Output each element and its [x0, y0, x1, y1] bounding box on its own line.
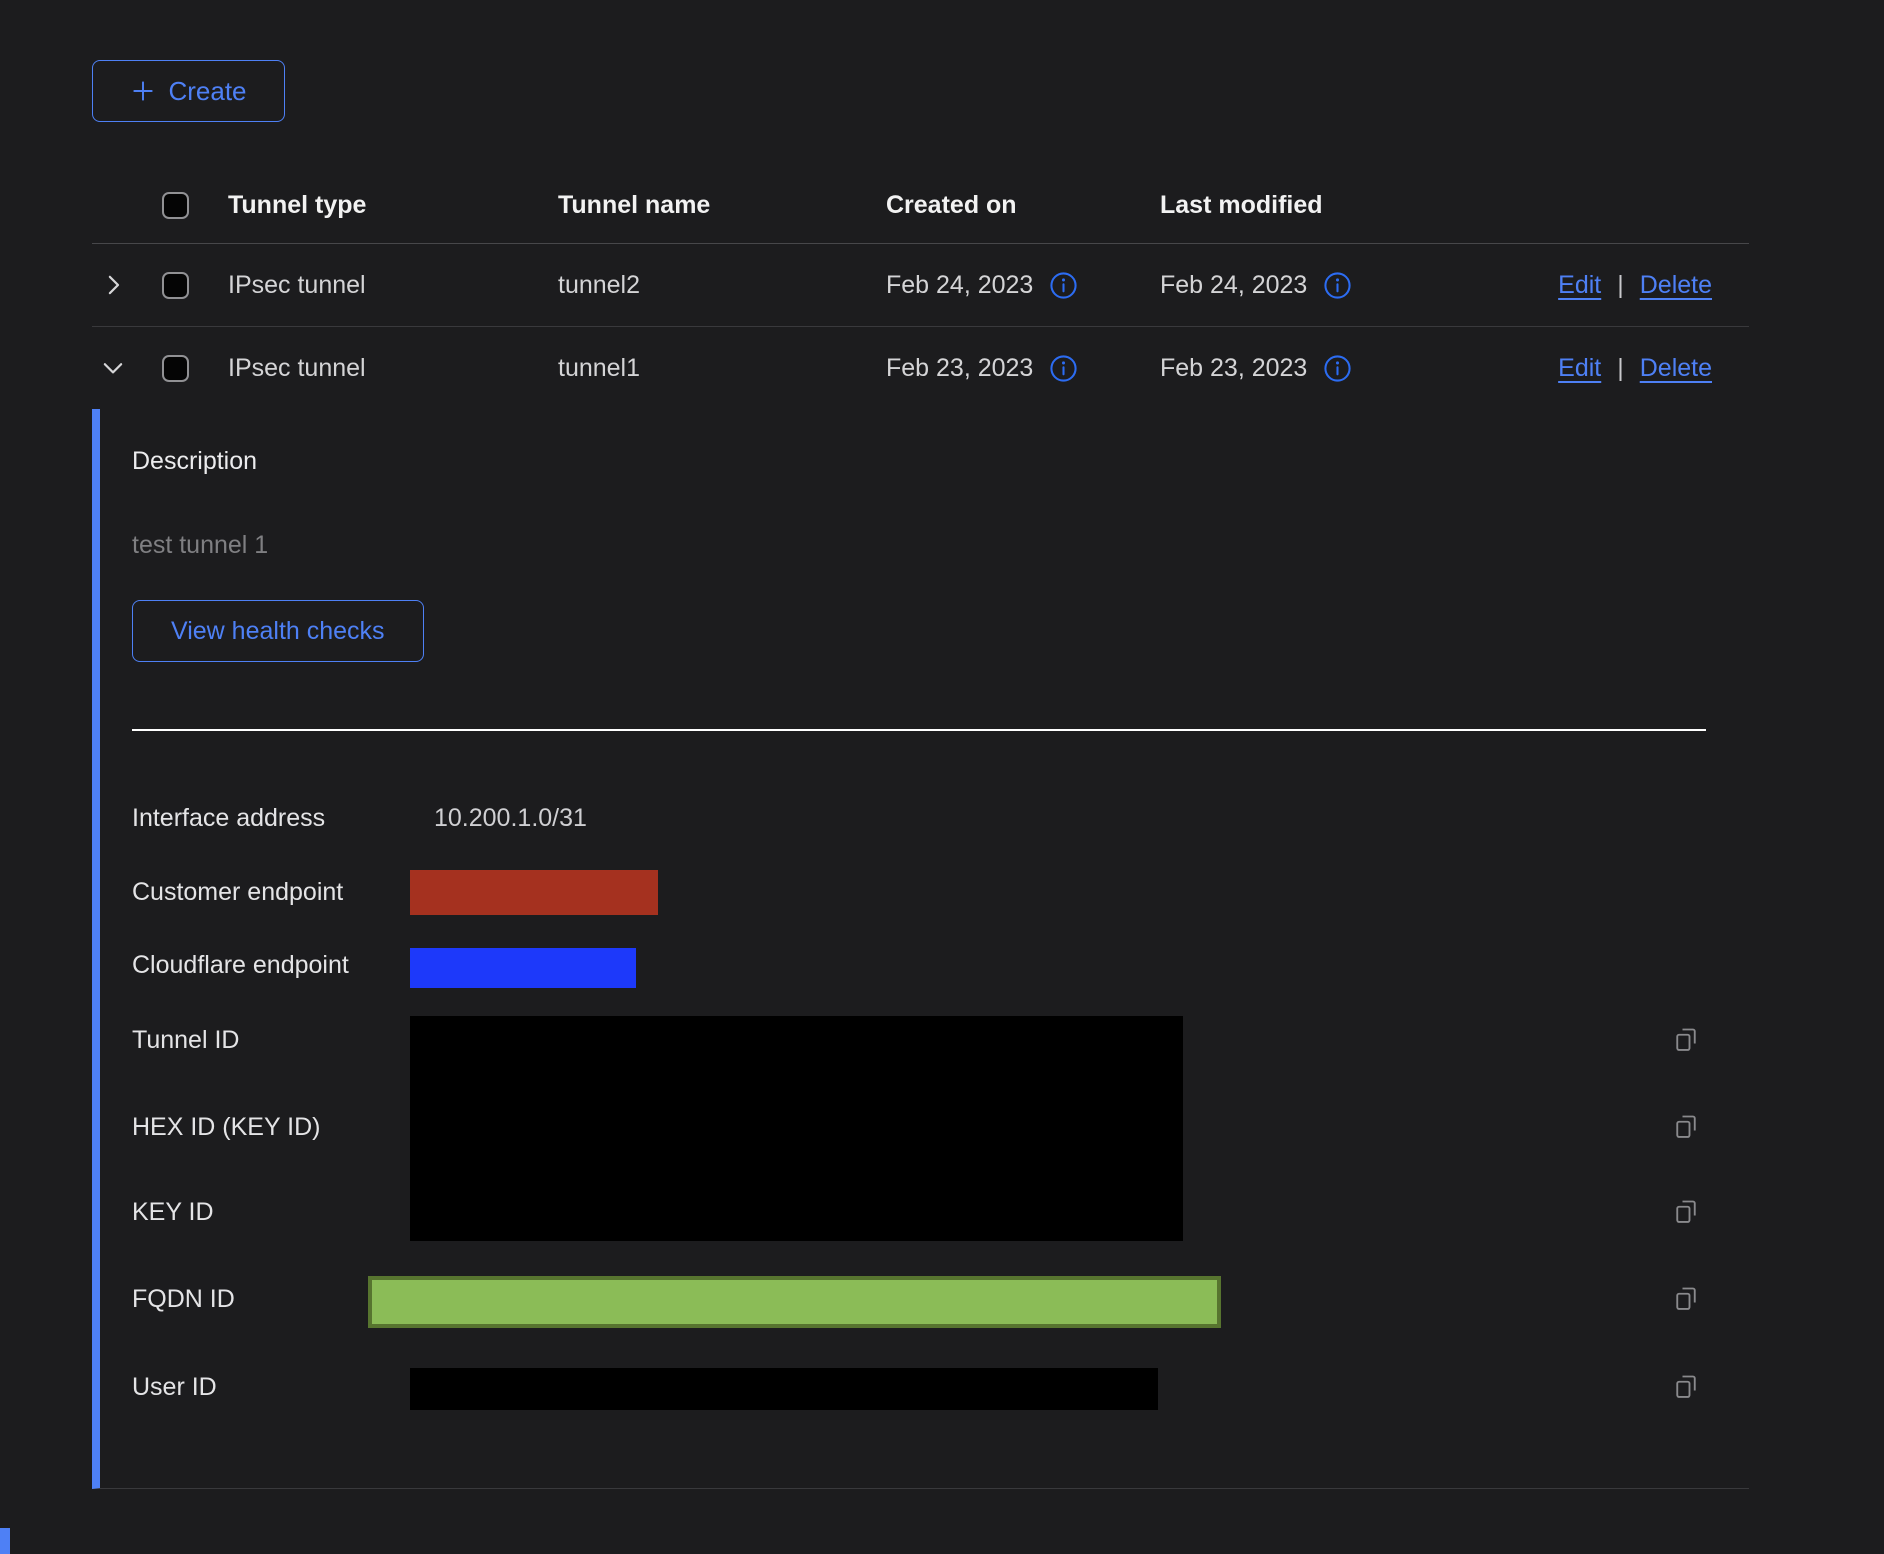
info-icon — [1323, 354, 1352, 383]
customer-endpoint-redacted-value — [410, 870, 658, 915]
copy-hex-id-button[interactable] — [1672, 1113, 1700, 1144]
delete-link[interactable]: Delete — [1640, 354, 1712, 383]
select-all-checkbox[interactable] — [162, 192, 189, 219]
info-icon — [1049, 271, 1078, 300]
chevron-down-icon — [98, 353, 128, 383]
created-on-cell: Feb 23, 2023 — [886, 354, 1033, 383]
page-edge-accent — [0, 1528, 10, 1554]
actions-separator: | — [1617, 354, 1624, 383]
last-modified-info-button[interactable] — [1323, 271, 1352, 300]
edit-link[interactable]: Edit — [1558, 354, 1601, 383]
tunnels-table: Tunnel type Tunnel name Created on Last … — [92, 168, 1749, 1489]
copy-icon — [1672, 1373, 1700, 1401]
interface-address-label: Interface address — [132, 803, 325, 833]
copy-user-id-button[interactable] — [1672, 1373, 1700, 1404]
user-id-redacted-value — [410, 1368, 1158, 1410]
panel-divider — [132, 729, 1706, 731]
header-tunnel-type: Tunnel type — [228, 191, 558, 220]
tunnel-name-cell: tunnel1 — [558, 354, 886, 383]
table-header-row: Tunnel type Tunnel name Created on Last … — [92, 168, 1749, 244]
create-button[interactable]: Create — [92, 60, 285, 122]
cloudflare-endpoint-label: Cloudflare endpoint — [132, 950, 349, 980]
copy-key-id-button[interactable] — [1672, 1198, 1700, 1229]
copy-icon — [1672, 1285, 1700, 1313]
copy-tunnel-id-button[interactable] — [1672, 1026, 1700, 1057]
actions-separator: | — [1617, 271, 1624, 300]
header-created-on: Created on — [886, 191, 1160, 220]
table-row: IPsec tunnel tunnel2 Feb 24, 2023 Feb 24… — [92, 244, 1749, 327]
copy-icon — [1672, 1198, 1700, 1226]
tunnel-name-cell: tunnel2 — [558, 271, 886, 300]
create-button-label: Create — [168, 76, 246, 107]
chevron-right-icon — [98, 270, 128, 300]
collapse-row-button[interactable] — [98, 353, 128, 383]
description-value: test tunnel 1 — [132, 530, 268, 560]
row-checkbox[interactable] — [162, 355, 189, 382]
info-icon — [1049, 354, 1078, 383]
info-icon — [1323, 271, 1352, 300]
cloudflare-endpoint-redacted-value — [410, 948, 636, 988]
description-label: Description — [132, 446, 257, 476]
tunnel-id-label: Tunnel ID — [132, 1025, 239, 1055]
copy-icon — [1672, 1026, 1700, 1054]
created-on-info-button[interactable] — [1049, 271, 1078, 300]
tunnel-type-cell: IPsec tunnel — [228, 354, 558, 383]
ipsec-tunnels-page: Create Tunnel type Tunnel name Created o… — [0, 0, 1884, 1554]
fqdn-id-redacted-value — [368, 1276, 1221, 1328]
edit-link[interactable]: Edit — [1558, 271, 1601, 300]
expand-row-button[interactable] — [98, 270, 128, 300]
row-checkbox[interactable] — [162, 272, 189, 299]
last-modified-cell: Feb 24, 2023 — [1160, 271, 1307, 300]
header-tunnel-name: Tunnel name — [558, 191, 886, 220]
copy-icon — [1672, 1113, 1700, 1141]
view-health-checks-button[interactable]: View health checks — [132, 600, 424, 662]
created-on-cell: Feb 24, 2023 — [886, 271, 1033, 300]
last-modified-cell: Feb 23, 2023 — [1160, 354, 1307, 383]
user-id-label: User ID — [132, 1372, 217, 1402]
hex-id-label: HEX ID (KEY ID) — [132, 1112, 320, 1142]
tunnel-type-cell: IPsec tunnel — [228, 271, 558, 300]
header-last-modified: Last modified — [1160, 191, 1440, 220]
ids-redacted-value — [410, 1016, 1183, 1241]
interface-address-value: 10.200.1.0/31 — [434, 803, 587, 833]
tunnel-detail-panel: Description test tunnel 1 View health ch… — [92, 409, 1749, 1489]
copy-fqdn-id-button[interactable] — [1672, 1285, 1700, 1316]
last-modified-info-button[interactable] — [1323, 354, 1352, 383]
customer-endpoint-label: Customer endpoint — [132, 877, 343, 907]
delete-link[interactable]: Delete — [1640, 271, 1712, 300]
table-row: IPsec tunnel tunnel1 Feb 23, 2023 Feb 23… — [92, 327, 1749, 409]
key-id-label: KEY ID — [132, 1197, 214, 1227]
fqdn-id-label: FQDN ID — [132, 1284, 235, 1314]
created-on-info-button[interactable] — [1049, 354, 1078, 383]
plus-icon — [130, 78, 156, 104]
